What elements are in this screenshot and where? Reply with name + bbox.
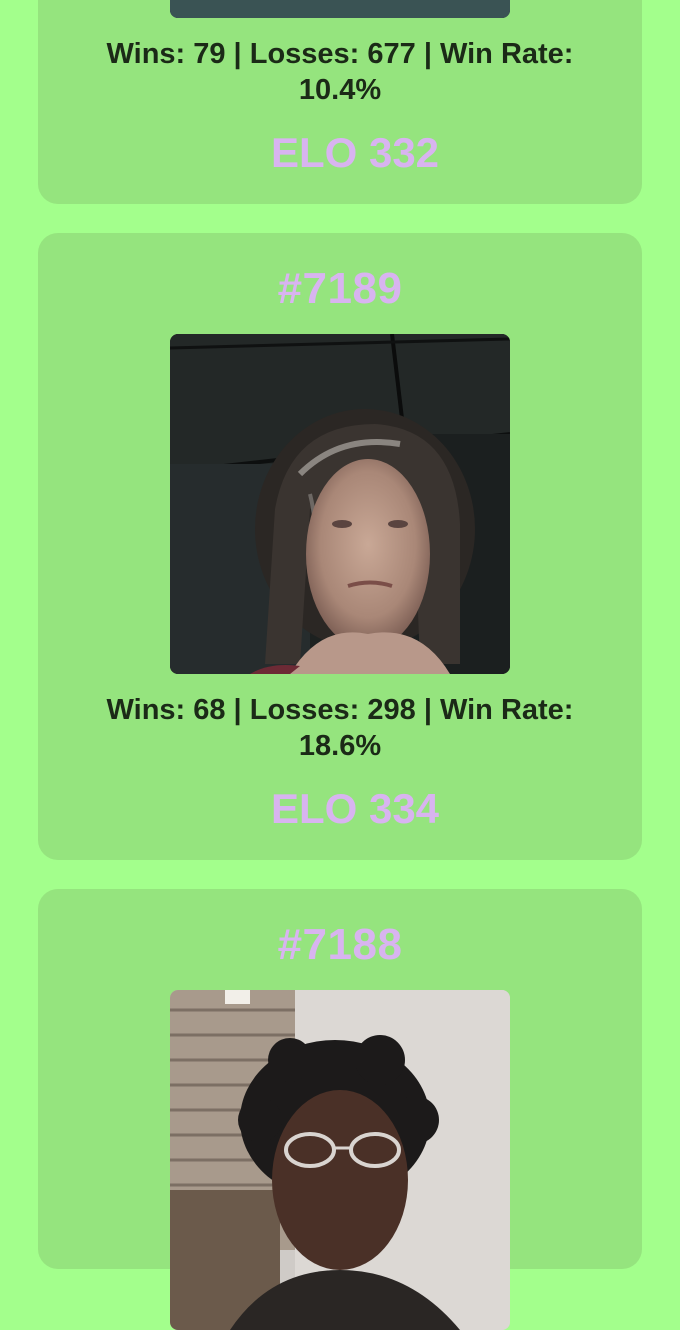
profile-photo: [170, 0, 510, 18]
rank-number: #7189: [277, 264, 403, 313]
leaderboard-card: #7188: [38, 889, 642, 1330]
player-stats: Wins: 79 | Losses: 677 | Win Rate: 10.4%: [106, 38, 574, 106]
profile-photo: [170, 334, 510, 674]
player-stats: Wins: 68 | Losses: 298 | Win Rate: 18.6%: [106, 694, 574, 762]
elo-rating: ELO 332: [270, 129, 440, 176]
rank-number: #7188: [277, 920, 403, 969]
elo-rating: ELO 334: [270, 785, 440, 832]
leaderboard-card: #7189 Wins: 68 | Losses: 298 | Win Rate:…: [38, 233, 642, 860]
leaderboard-card: Wins: 79 | Losses: 677 | Win Rate: 10.4%…: [38, 0, 642, 204]
profile-photo: [170, 990, 510, 1330]
